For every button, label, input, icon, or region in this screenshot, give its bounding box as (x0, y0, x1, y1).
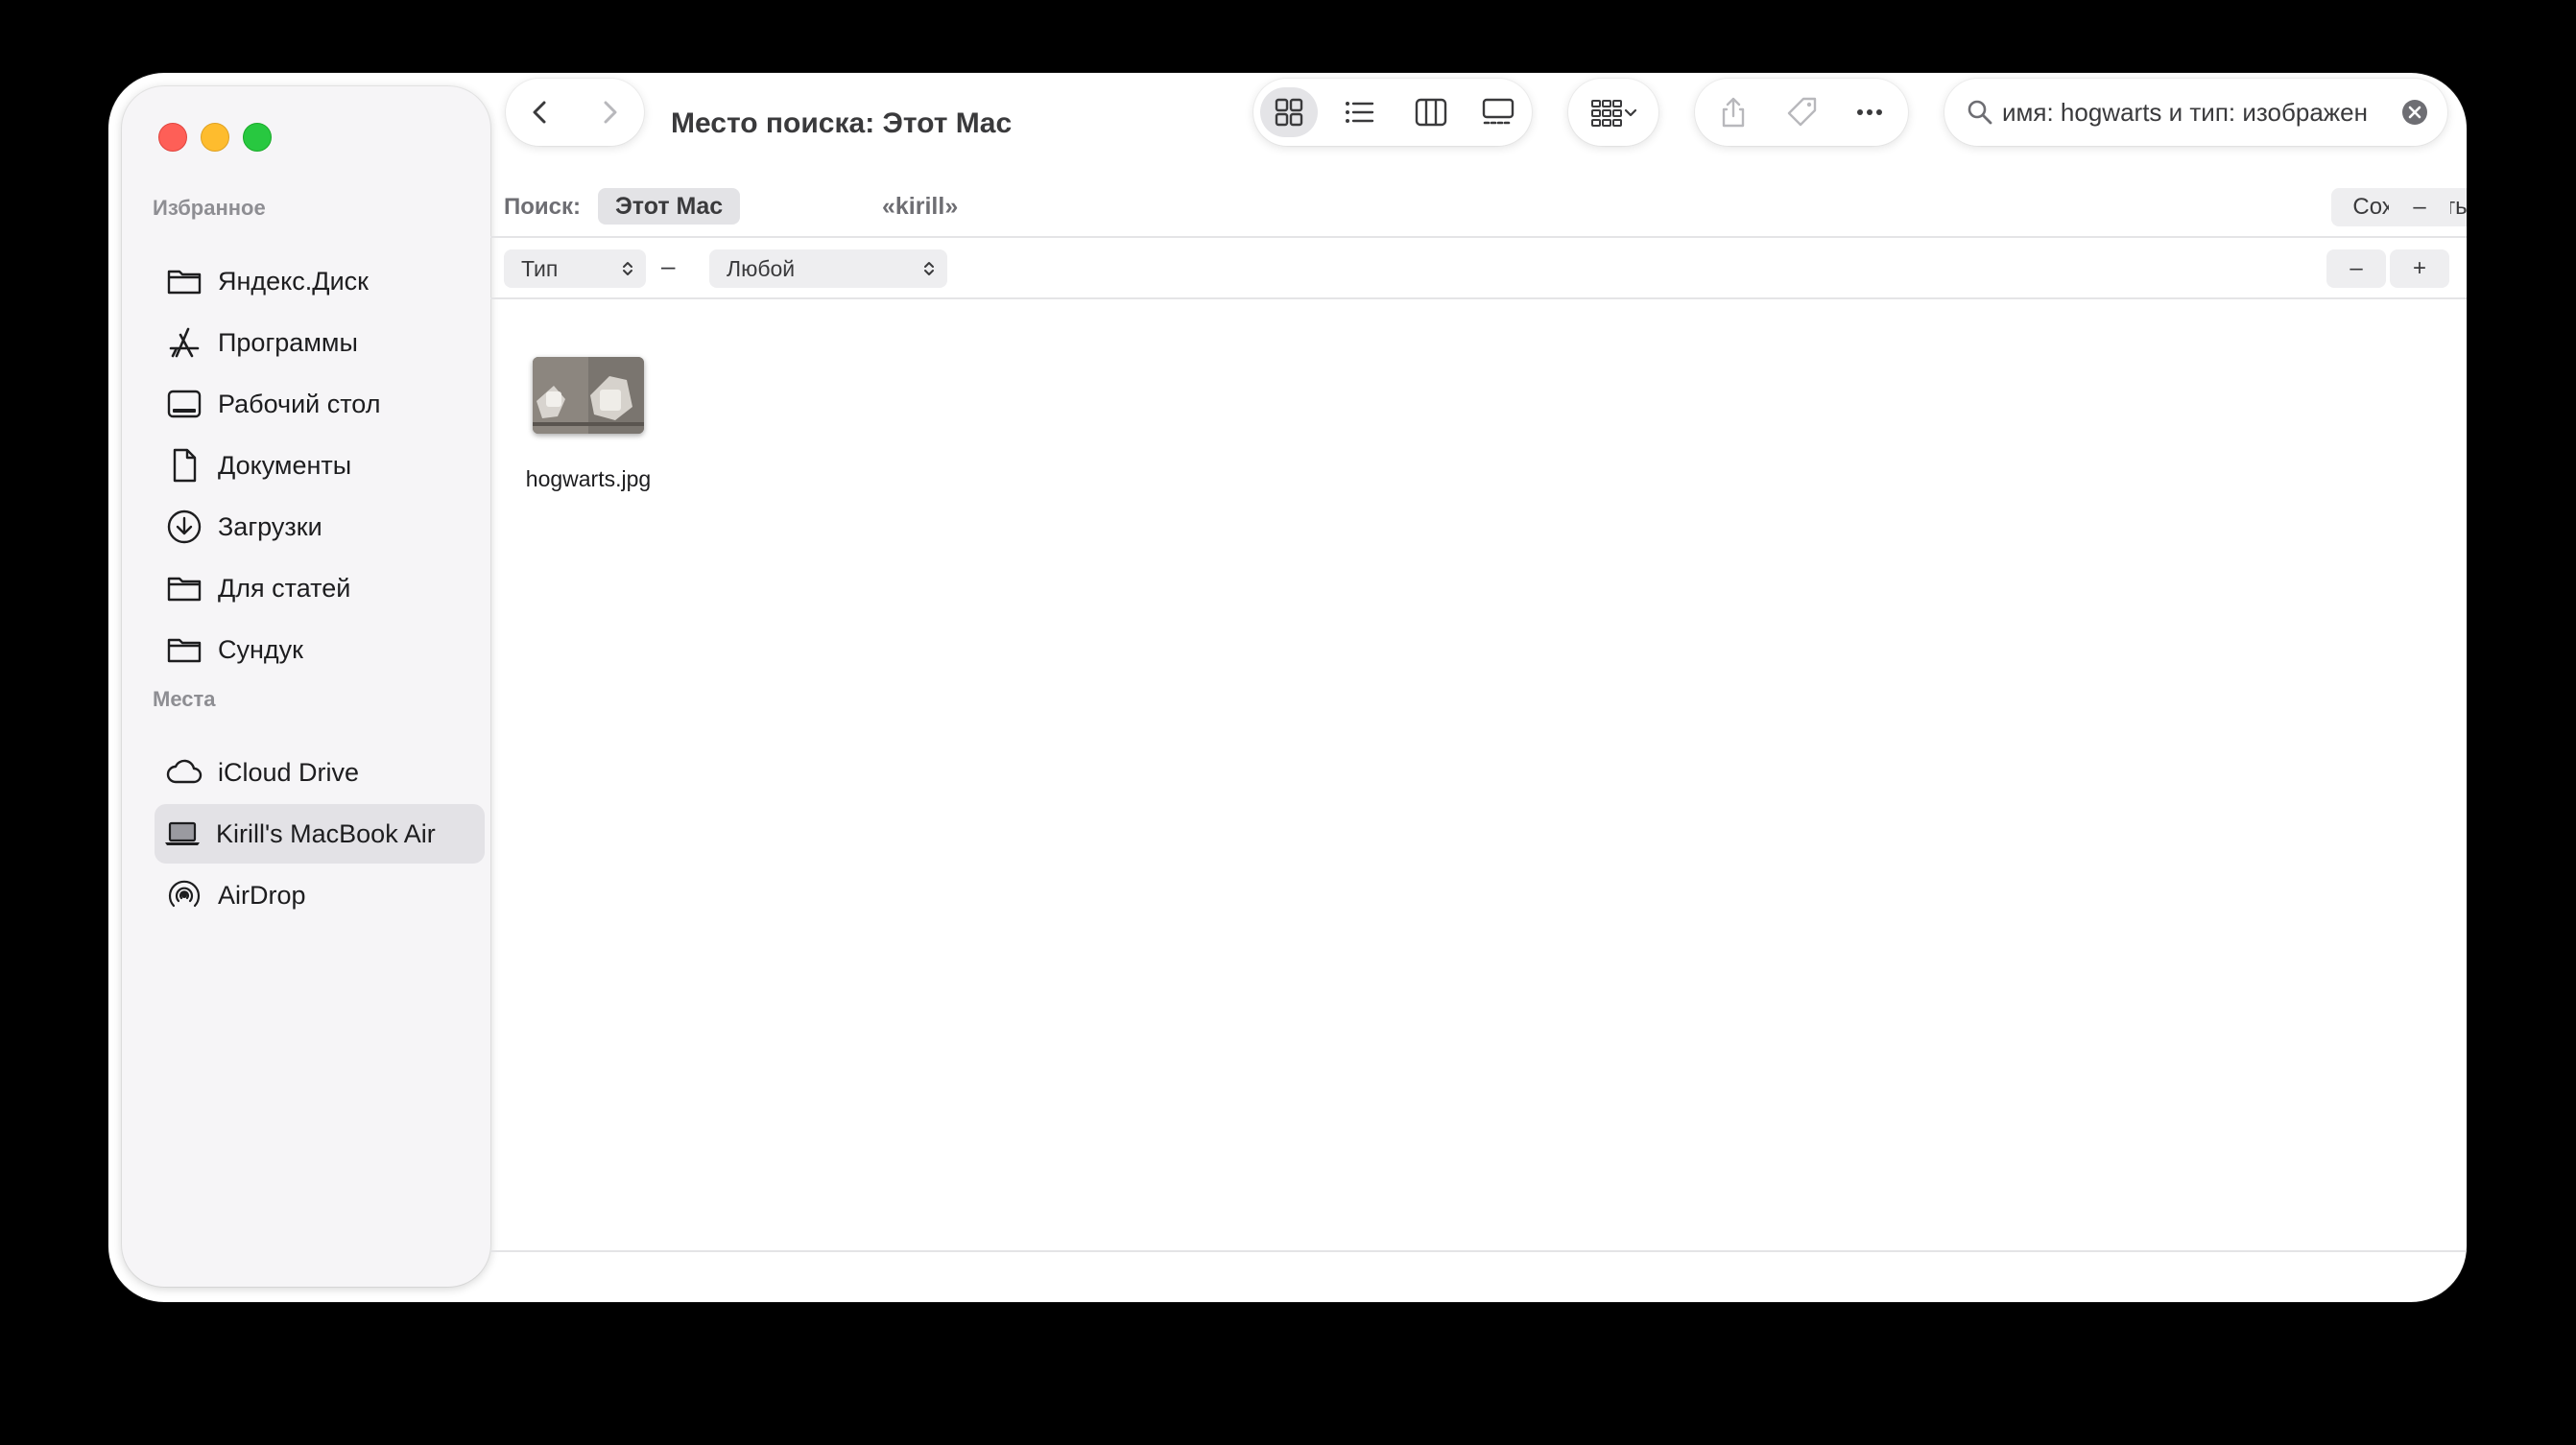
gallery-icon (1482, 98, 1515, 125)
sidebar-item-label: Сундук (218, 634, 303, 664)
sidebar-item-downloads[interactable]: Загрузки (156, 497, 487, 557)
remove-criteria-button[interactable]: – (2326, 249, 2386, 288)
zoom-button[interactable] (243, 123, 272, 152)
sidebar-item-documents[interactable]: Документы (156, 436, 487, 495)
sidebar-section-favorites-header: Избранное (153, 196, 266, 220)
chevron-down-icon (1624, 108, 1637, 117)
view-mode-group (1253, 79, 1532, 146)
chevron-updown-icon (922, 259, 936, 278)
sidebar-item-for-articles[interactable]: Для статей (156, 558, 487, 618)
share-icon (1722, 97, 1745, 128)
minus-icon: – (2413, 194, 2426, 220)
search-input[interactable]: имя: hogwarts и тип: изображен (2002, 98, 2392, 128)
sidebar-item-label: AirDrop (218, 880, 306, 910)
sidebar-item-label: Документы (218, 450, 352, 480)
finder-window: Избранное Яндекс.Диск Программы Рабочий … (108, 73, 2467, 1302)
close-button[interactable] (158, 123, 187, 152)
download-icon (162, 505, 206, 549)
folder-icon (162, 566, 206, 610)
scope-this-mac[interactable]: Этот Mac (598, 188, 741, 225)
search-icon (1966, 98, 1994, 127)
list-view-button[interactable] (1330, 87, 1388, 137)
search-scope-bar: Поиск: Этот Mac «kirill» Сохранить (490, 175, 2467, 238)
chevron-right-icon (604, 101, 617, 124)
list-icon (1346, 102, 1374, 123)
columns-icon (1415, 98, 1447, 127)
value-select[interactable]: Любой (709, 249, 947, 288)
grid-icon (1275, 98, 1303, 127)
tags-button[interactable] (1774, 87, 1831, 137)
forward-button[interactable] (583, 87, 636, 137)
icon-view-button[interactable] (1260, 87, 1318, 137)
file-item[interactable]: hogwarts.jpg (519, 357, 657, 492)
cloud-icon (162, 750, 206, 794)
plus-icon: + (2412, 255, 2426, 281)
value-select-value: Любой (727, 255, 796, 281)
group-by-group (1568, 79, 1658, 146)
navigation-group (506, 79, 644, 146)
search-field[interactable]: имя: hogwarts и тип: изображен (1944, 79, 2447, 146)
desktop-icon (162, 382, 206, 426)
attribute-select[interactable]: Тип (504, 249, 646, 288)
group-grid-icon (1591, 100, 1622, 127)
sidebar-item-label: Программы (218, 327, 358, 357)
sidebar-item-label: Для статей (218, 573, 351, 603)
sidebar-item-macbook-air[interactable]: Kirill's MacBook Air (155, 804, 485, 864)
clear-icon (2402, 100, 2427, 125)
scope-label: Поиск: (504, 194, 582, 220)
sidebar-item-desktop[interactable]: Рабочий стол (156, 374, 487, 434)
results-area: hogwarts.jpg (490, 299, 2467, 1249)
minimize-button[interactable] (201, 123, 229, 152)
sidebar-item-airdrop[interactable]: AirDrop (156, 865, 487, 925)
add-criteria-button[interactable]: + (2390, 249, 2449, 288)
criteria-separator: – (661, 251, 676, 280)
tag-icon (1787, 97, 1817, 127)
sidebar-item-chest[interactable]: Сундук (156, 620, 487, 679)
attribute-select-value: Тип (521, 255, 559, 281)
minus-icon: – (2349, 255, 2363, 281)
sidebar-item-label: iCloud Drive (218, 757, 360, 787)
back-button[interactable] (513, 87, 567, 137)
sidebar-item-label: Загрузки (218, 511, 322, 541)
chevron-updown-icon (621, 259, 634, 278)
sidebar-item-label: Kirill's MacBook Air (216, 818, 436, 848)
file-name: hogwarts.jpg (525, 466, 652, 491)
window-title: Место поиска: Этот Mac (671, 107, 1013, 139)
folder-icon (162, 628, 206, 672)
chevron-left-icon (533, 101, 546, 124)
share-button[interactable] (1705, 87, 1762, 137)
gallery-view-button[interactable] (1469, 87, 1527, 137)
sidebar-section-places-header: Места (153, 687, 216, 711)
sidebar-item-applications[interactable]: Программы (156, 313, 487, 372)
actions-group (1695, 79, 1908, 146)
sidebar-item-yandex-disk[interactable]: Яндекс.Диск (156, 251, 487, 311)
search-criteria-bar: Тип – Любой (490, 238, 2467, 299)
sidebar-item-icloud-drive[interactable]: iCloud Drive (156, 743, 487, 802)
clear-search-button[interactable] (2401, 99, 2428, 126)
folder-icon (162, 259, 206, 303)
airdrop-icon (162, 873, 206, 917)
remove-scope-button[interactable]: – (2389, 188, 2450, 226)
column-view-button[interactable] (1402, 87, 1460, 137)
applications-icon (162, 320, 206, 365)
image-thumbnail (533, 357, 644, 434)
sidebar-item-label: Яндекс.Диск (218, 266, 369, 296)
more-button[interactable] (1841, 87, 1898, 137)
sidebar: Избранное Яндекс.Диск Программы Рабочий … (122, 86, 490, 1287)
document-icon (162, 443, 206, 487)
scope-user-folder[interactable]: «kirill» (867, 188, 973, 225)
laptop-icon (160, 812, 204, 856)
status-bar-divider (490, 1250, 2467, 1252)
group-by-button[interactable] (1578, 87, 1651, 137)
sidebar-item-label: Рабочий стол (218, 389, 381, 418)
ellipsis-icon (1857, 109, 1882, 115)
